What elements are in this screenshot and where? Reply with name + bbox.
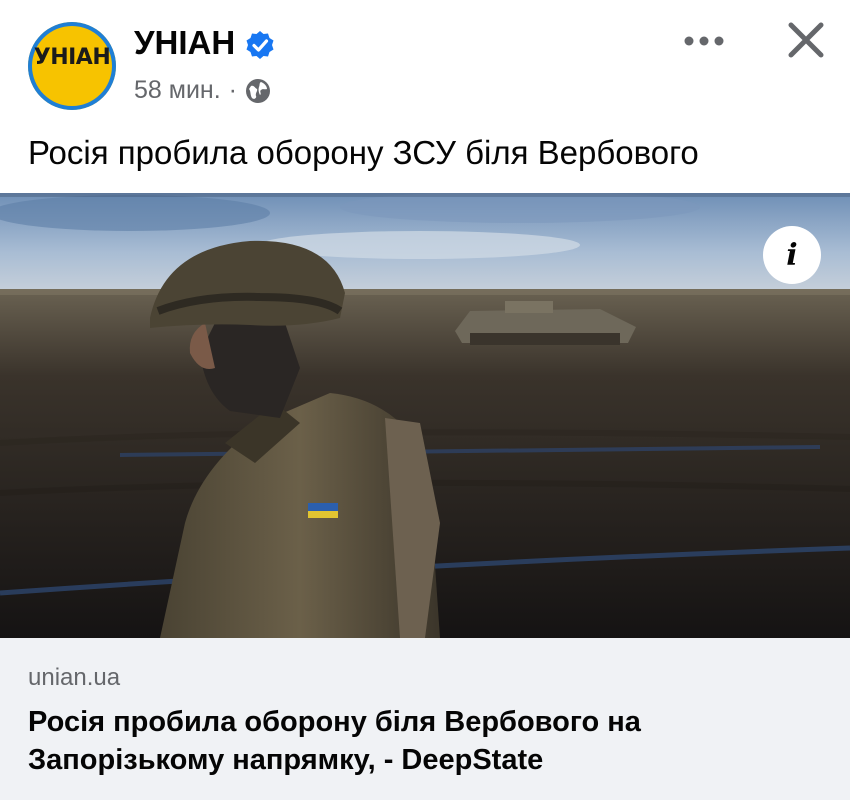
meta-separator: · bbox=[228, 76, 237, 104]
article-photo[interactable] bbox=[0, 193, 850, 638]
link-domain: unian.ua bbox=[28, 664, 121, 691]
verified-badge-icon bbox=[246, 31, 274, 59]
timestamp[interactable]: 58 мин. bbox=[134, 76, 221, 105]
more-options-icon[interactable] bbox=[684, 36, 724, 46]
post-header: УНІАН УНІАН 58 мин. · bbox=[0, 0, 850, 130]
info-icon: i bbox=[786, 237, 798, 273]
link-title[interactable]: Росія пробила оборону біля Вербового на … bbox=[28, 703, 808, 779]
close-icon[interactable] bbox=[788, 22, 824, 58]
globe-icon bbox=[246, 78, 270, 103]
post-meta: 58 мин. · bbox=[134, 76, 271, 105]
avatar-logo-text: УНІАН bbox=[33, 45, 111, 70]
page-name[interactable]: УНІАН bbox=[134, 24, 235, 62]
avatar[interactable]: УНІАН bbox=[28, 22, 116, 110]
info-button[interactable]: i bbox=[763, 226, 821, 284]
post-text: Росія пробила оборону ЗСУ біля Вербового bbox=[28, 134, 699, 171]
